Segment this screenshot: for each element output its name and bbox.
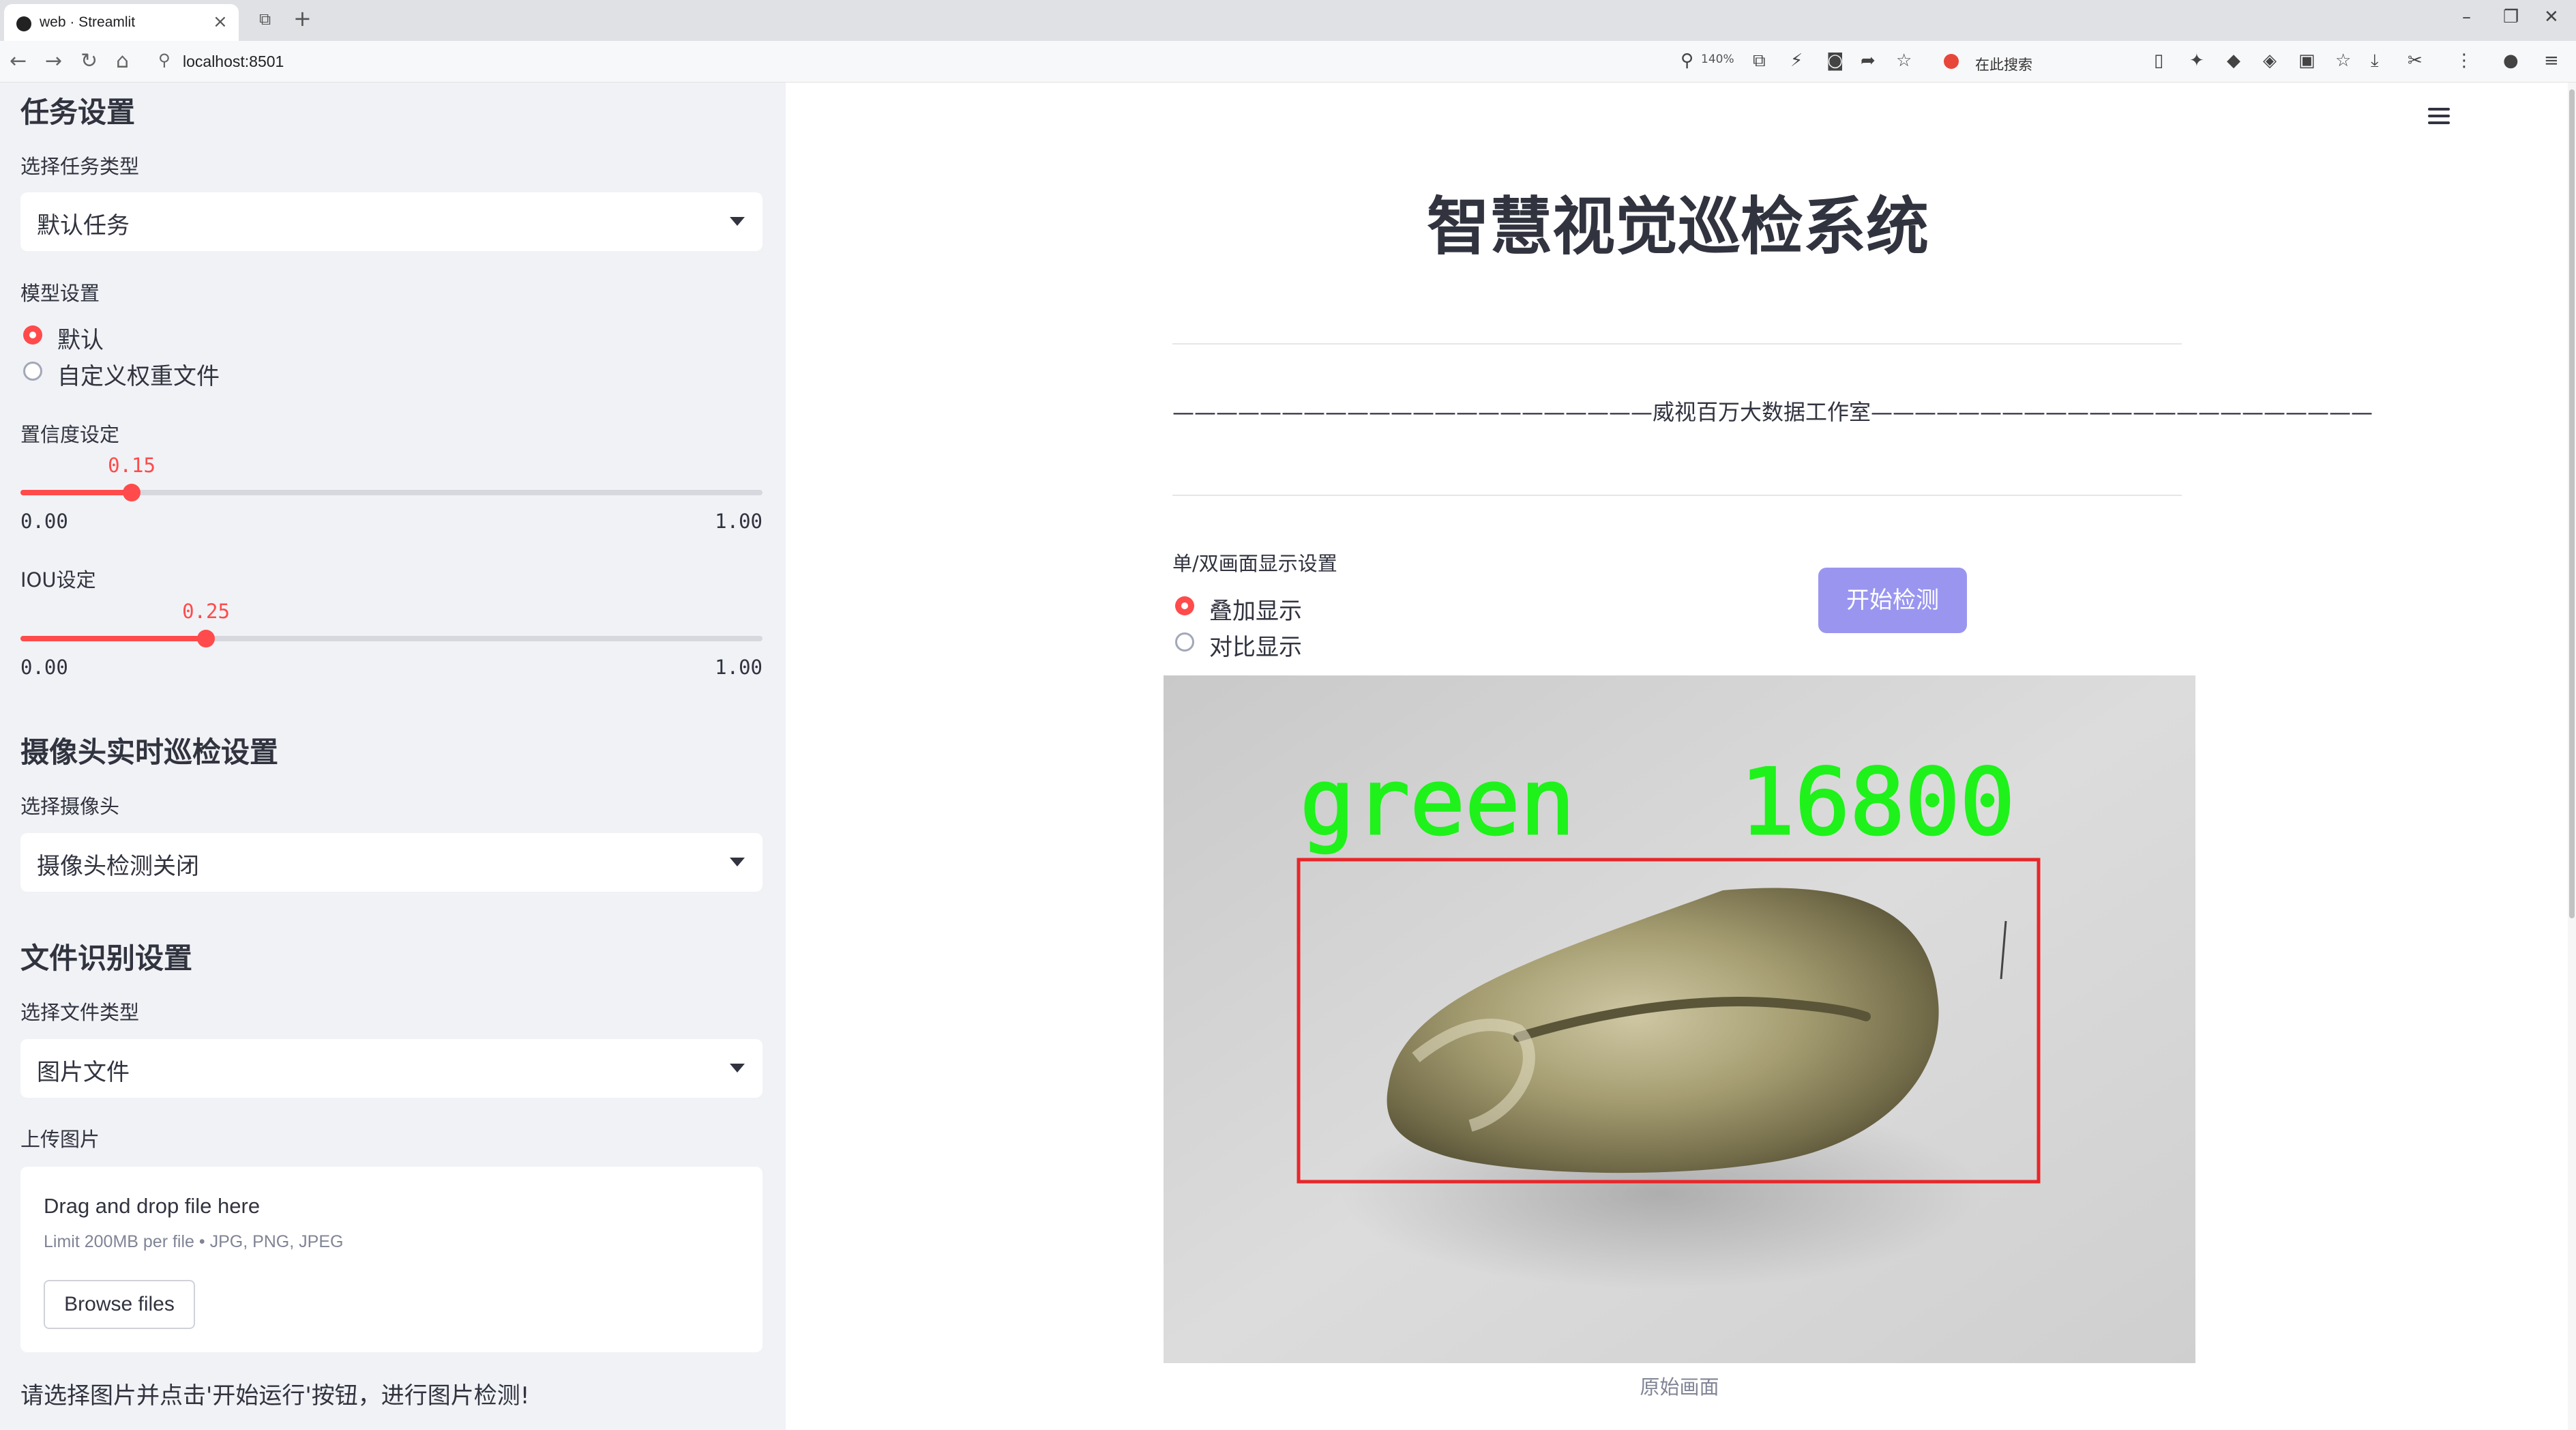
site-info-icon[interactable]: ⚲ [158, 50, 171, 70]
restore-icon[interactable]: ❐ [2503, 7, 2519, 27]
browse-files-button[interactable]: Browse files [44, 1280, 195, 1329]
extension-4-icon[interactable]: ▣ [2298, 50, 2315, 71]
iou-label: IOU设定 [20, 568, 96, 592]
zoom-icon[interactable]: ⚲ [1681, 50, 1693, 71]
translate-icon[interactable]: ⧉ [1753, 50, 1766, 72]
detection-label-score: 16800 [1740, 749, 2015, 856]
task-type-label: 选择任务类型 [20, 155, 140, 178]
divider [1172, 495, 2182, 496]
zoom-level[interactable]: 140% [1701, 53, 1734, 66]
dropzone-text: Drag and drop file here [44, 1194, 261, 1218]
chevron-down-icon [730, 217, 745, 226]
file-type-value: 图片文件 [37, 1059, 130, 1086]
chevron-down-icon [730, 858, 745, 866]
slider-fill [20, 636, 206, 641]
extension-3-icon[interactable]: ◈ [2263, 50, 2277, 71]
display-option-label: 对比显示 [1209, 634, 1302, 661]
radio-unselected-icon[interactable] [23, 362, 42, 381]
hamburger-menu-icon[interactable] [2428, 108, 2450, 128]
slider-min: 0.00 [20, 656, 68, 679]
lightning-icon[interactable]: ⚡ [1790, 50, 1803, 71]
slider-value: 0.25 [182, 600, 230, 623]
task-type-select[interactable]: 默认任务 [20, 192, 763, 251]
search-placeholder: 在此搜索 [1975, 57, 2032, 73]
url-field[interactable]: ⚲ localhost:8501 [153, 46, 2144, 76]
image-caption: 原始画面 [1640, 1375, 1719, 1399]
display-mode-label: 单/双画面显示设置 [1172, 552, 1337, 575]
bookmark-star-icon[interactable]: ☆ [1896, 50, 1912, 71]
extension-icon[interactable]: ✦ [2189, 50, 2204, 71]
detection-label-class: green [1300, 749, 1575, 856]
menu-icon[interactable]: ≡ [2544, 50, 2559, 71]
start-detection-button[interactable]: 开始检测 [1818, 568, 1967, 633]
download-icon[interactable]: ⤓ [2371, 50, 2379, 72]
search-engine-icon [1944, 54, 1959, 69]
camera-icon[interactable]: ◙ [1826, 50, 1844, 71]
model-option-label: 默认 [57, 327, 104, 354]
address-bar: ← → ↻ ⌂ ⚲ localhost:8501 ⚲ 140% ⧉ ⚡ ◙ ➦ … [0, 41, 2576, 83]
slider-fill [20, 490, 132, 495]
iou-slider[interactable]: 0.25 0.00 1.00 [20, 600, 763, 682]
camera-select[interactable]: 摄像头检测关闭 [20, 833, 763, 892]
detection-result-image: green 16800 [1164, 675, 2195, 1363]
slider-min: 0.00 [20, 510, 68, 533]
upload-label: 上传图片 [20, 1128, 100, 1151]
profile-icon[interactable]: ● [2503, 50, 2519, 71]
slider-value: 0.15 [108, 454, 156, 477]
search-box[interactable]: 在此搜索 [1934, 48, 2139, 75]
minimize-icon[interactable]: – [2462, 7, 2471, 27]
collections-icon[interactable]: ☆ [2335, 50, 2351, 71]
tab-title: web · Streamlit [40, 14, 136, 30]
chevron-down-icon [730, 1064, 745, 1072]
screenshot-icon[interactable]: ✂ [2408, 50, 2423, 71]
share-icon[interactable]: ➦ [1861, 50, 1876, 71]
confidence-label: 置信度设定 [20, 423, 120, 446]
back-icon[interactable]: ← [10, 49, 27, 73]
dropzone-limit: Limit 200MB per file • JPG, PNG, JPEG [44, 1232, 344, 1251]
file-uploader-dropzone[interactable]: Drag and drop file here Limit 200MB per … [20, 1167, 763, 1352]
confidence-slider[interactable]: 0.15 0.00 1.00 [20, 454, 763, 536]
close-tab-icon[interactable]: × [213, 12, 228, 32]
browser-tab-bar: web · Streamlit × ⧉ + – ❐ ✕ [0, 0, 2576, 41]
instruction-text: 请选择图片并点击'开始运行'按钮，进行图片检测! [20, 1382, 530, 1410]
display-option-label: 叠加显示 [1209, 598, 1302, 625]
window-close-icon[interactable]: ✕ [2544, 7, 2559, 27]
file-type-label: 选择文件类型 [20, 1001, 140, 1024]
sidebar: 任务设置 选择任务类型 默认任务 模型设置 默认 自定义权重文件 置信度设定 0… [0, 83, 786, 1430]
slider-max: 1.00 [715, 510, 763, 533]
scrollbar-thumb[interactable] [2569, 89, 2575, 918]
camera-settings-heading: 摄像头实时巡检设置 [20, 735, 279, 769]
url-text: localhost:8501 [183, 53, 284, 70]
radio-unselected-icon[interactable] [1175, 632, 1194, 652]
divider [1172, 343, 2182, 345]
studio-subtitle: ——————————————————————威视百万大数据工作室————————… [1172, 399, 2373, 425]
browser-tab[interactable]: web · Streamlit × [4, 4, 239, 41]
model-settings-label: 模型设置 [20, 282, 100, 305]
model-option-label: 自定义权重文件 [57, 363, 220, 390]
file-settings-heading: 文件识别设置 [20, 942, 193, 975]
streamlit-favicon-icon [16, 16, 31, 31]
phone-icon[interactable]: ▯ [2154, 50, 2163, 71]
radio-selected-icon[interactable] [23, 325, 42, 345]
task-settings-heading: 任务设置 [20, 96, 136, 129]
slider-max: 1.00 [715, 656, 763, 679]
camera-select-label: 选择摄像头 [20, 795, 120, 818]
coffee-bean-photo: green 16800 [1164, 675, 2195, 1363]
forward-icon[interactable]: → [45, 49, 62, 73]
reload-icon[interactable]: ↻ [80, 49, 98, 73]
tab-group-icon[interactable]: ⧉ [259, 10, 271, 29]
scrollbar[interactable] [2568, 83, 2576, 1430]
radio-selected-icon[interactable] [1175, 596, 1194, 615]
task-type-value: 默认任务 [37, 212, 130, 239]
more-icon[interactable]: ⋮ [2455, 50, 2473, 71]
camera-value: 摄像头检测关闭 [37, 853, 199, 880]
extension-2-icon[interactable]: ◆ [2227, 50, 2240, 71]
home-icon[interactable]: ⌂ [116, 49, 129, 73]
slider-thumb[interactable] [197, 630, 215, 647]
new-tab-icon[interactable]: + [293, 5, 312, 31]
slider-thumb[interactable] [123, 484, 140, 501]
file-type-select[interactable]: 图片文件 [20, 1039, 763, 1098]
page-title: 智慧视觉巡检系统 [1426, 190, 1929, 263]
